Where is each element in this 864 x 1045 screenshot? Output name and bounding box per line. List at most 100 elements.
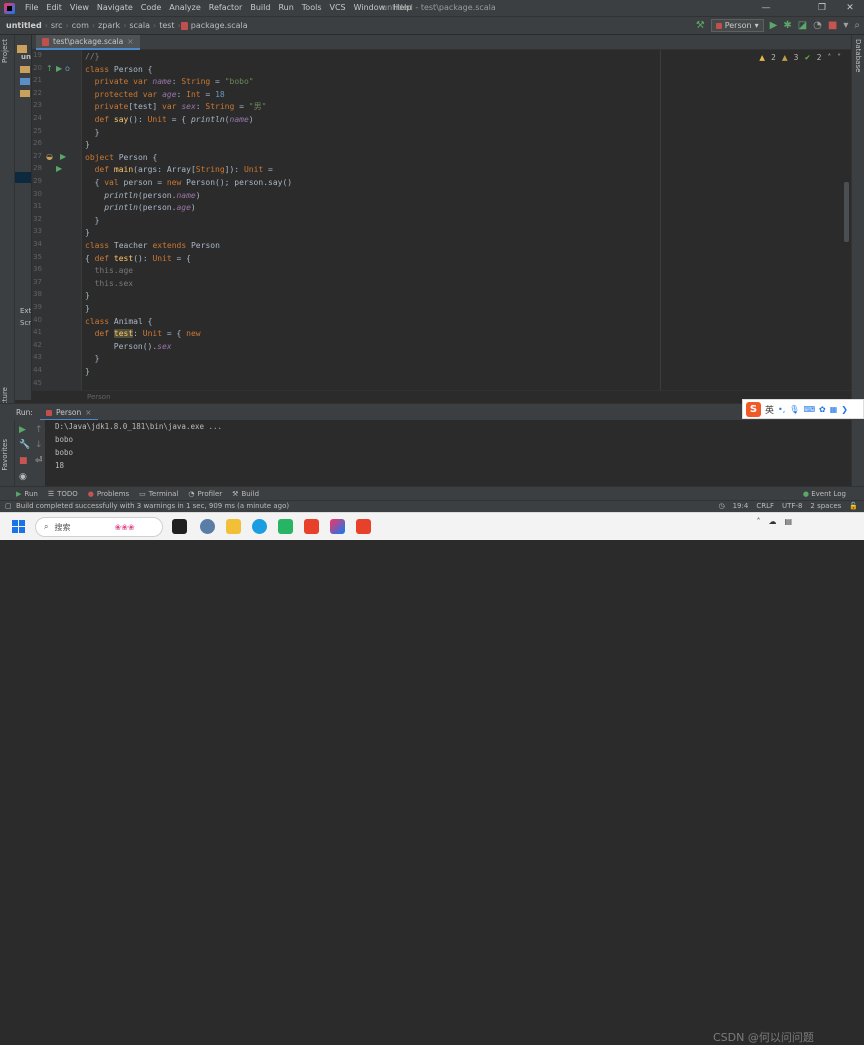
menu-edit[interactable]: Edit xyxy=(42,0,66,16)
tray-chevron-icon[interactable]: ˄ xyxy=(756,517,760,526)
settings-gear-icon[interactable] xyxy=(200,519,215,534)
file-encoding[interactable]: UTF-8 xyxy=(782,502,802,510)
menu-code[interactable]: Code xyxy=(137,0,165,16)
scroll-up-icon[interactable]: ↑ xyxy=(35,425,43,435)
more-icon[interactable]: ❯ xyxy=(841,405,848,414)
build-hammer-icon[interactable]: ⚒ xyxy=(696,19,705,33)
code-line[interactable]: } xyxy=(85,303,90,316)
database-tool-tab[interactable]: Database xyxy=(854,39,862,72)
code-line[interactable]: { def test(): Unit = { xyxy=(85,253,191,266)
stop-icon[interactable]: ■ xyxy=(19,456,28,466)
scratches[interactable]: Scr xyxy=(20,319,31,327)
crumb-project[interactable]: untitled xyxy=(0,21,45,30)
object-marker-icon[interactable]: ◒ xyxy=(46,152,53,161)
tool-tab-terminal[interactable]: ▭ Terminal xyxy=(139,490,178,498)
sogou-logo-icon[interactable]: S xyxy=(746,401,761,417)
wps-writer-icon[interactable] xyxy=(356,519,371,534)
taskbar-search[interactable]: ⌕ 搜索 ❀❀❀ xyxy=(35,517,163,537)
maximize-icon[interactable]: ❐ xyxy=(808,0,836,16)
selected-row[interactable] xyxy=(15,172,31,183)
code-line[interactable]: class Teacher extends Person xyxy=(85,240,220,253)
crumb-test[interactable]: test xyxy=(156,21,177,30)
tool-tab-problems[interactable]: ● Problems xyxy=(88,490,129,498)
menu-view[interactable]: View xyxy=(66,0,93,16)
wechat-icon[interactable] xyxy=(278,519,293,534)
code-line[interactable]: println(person.name) xyxy=(104,190,200,203)
code-line[interactable]: object Person { xyxy=(85,152,157,165)
code-line[interactable]: this.age xyxy=(95,265,134,278)
editor-scrollbar-thumb[interactable] xyxy=(844,182,849,242)
file-explorer-icon[interactable] xyxy=(226,519,241,534)
override-marker-icon[interactable]: ↑ xyxy=(46,64,53,73)
menu-run[interactable]: Run xyxy=(274,0,297,16)
tool-tab-run[interactable]: ▶ Run xyxy=(16,490,38,498)
task-view-icon[interactable] xyxy=(172,519,187,534)
menu-refactor[interactable]: Refactor xyxy=(205,0,247,16)
chevron-down-icon[interactable]: ˅ xyxy=(837,53,841,62)
keyboard-icon[interactable]: ⌨ xyxy=(803,405,815,414)
run-gutter-icon[interactable]: ▶ xyxy=(60,152,66,161)
crumb-scala[interactable]: scala xyxy=(126,21,153,30)
favorites-tool-tab[interactable]: Favorites xyxy=(1,439,9,471)
ime-punct-icon[interactable]: •, xyxy=(778,405,785,414)
coverage-icon[interactable]: ◪ xyxy=(798,19,807,33)
project-root[interactable]: un xyxy=(21,53,31,61)
inspection-widget[interactable]: ▲ 2 ▲ 3 ✔ 2 ˄ ˅ xyxy=(759,53,841,62)
code-line[interactable]: class Animal { xyxy=(85,316,152,329)
line-separator[interactable]: CRLF xyxy=(756,502,774,510)
code-line[interactable]: { val person = new Person(); person.say(… xyxy=(95,177,293,190)
skin-icon[interactable]: ✿ xyxy=(819,405,826,414)
status-message[interactable]: Build completed successfully with 3 warn… xyxy=(16,502,289,510)
network-icon[interactable]: ▤ xyxy=(784,517,792,526)
chevron-up-icon[interactable]: ˄ xyxy=(828,53,832,62)
code-line[interactable]: Person().sex xyxy=(114,341,172,354)
ime-toolbar[interactable]: S 英 •, 🎙 ⌨ ✿ ▦ ❯ xyxy=(742,399,864,419)
crumb-file[interactable]: package.scala xyxy=(188,21,251,30)
code-line[interactable]: def main(args: Array[String]): Unit = xyxy=(95,164,273,177)
code-line[interactable]: def test: Unit = { new xyxy=(95,328,201,341)
code-line[interactable]: //} xyxy=(85,51,99,64)
intellij-logo-icon[interactable] xyxy=(4,2,15,14)
minimize-icon[interactable]: — xyxy=(752,0,780,16)
scroll-down-icon[interactable]: ↓ xyxy=(35,440,43,450)
edge-browser-icon[interactable] xyxy=(252,519,267,534)
crumb-zpark[interactable]: zpark xyxy=(95,21,123,30)
close-icon[interactable]: ✕ xyxy=(836,0,864,16)
run-icon[interactable]: ▶ xyxy=(770,19,778,33)
status-toggle-icon[interactable]: ▢ xyxy=(5,502,12,510)
event-log-button[interactable]: ● Event Log xyxy=(803,490,846,498)
camera-icon[interactable]: ◉ xyxy=(19,472,27,482)
close-tab-icon[interactable]: × xyxy=(127,37,133,46)
debug-icon[interactable]: ✱ xyxy=(783,19,791,33)
code-line[interactable]: class Person { xyxy=(85,64,152,77)
toolbox-icon[interactable]: ▦ xyxy=(830,405,838,414)
tool-tab-profiler[interactable]: ◔ Profiler xyxy=(188,490,222,498)
menu-analyze[interactable]: Analyze xyxy=(165,0,205,16)
project-tool-tab[interactable]: Project xyxy=(1,39,9,63)
menu-tools[interactable]: Tools xyxy=(298,0,326,16)
tool-tab-todo[interactable]: ☰ TODO xyxy=(48,490,78,498)
folder-icon[interactable] xyxy=(20,78,30,85)
code-line[interactable]: } xyxy=(85,366,90,379)
code-line[interactable]: private[test] var sex: String = "男" xyxy=(95,101,267,114)
wrench-icon[interactable]: 🔧 xyxy=(19,440,30,450)
code-line[interactable]: def say(): Unit = { println(name) xyxy=(95,114,254,127)
code-line[interactable]: } xyxy=(85,227,90,240)
code-breadcrumb[interactable]: Person xyxy=(87,393,111,401)
implemented-marker-icon[interactable]: o xyxy=(65,64,70,73)
soft-wrap-icon[interactable]: ⏎ xyxy=(35,456,43,466)
caret-position[interactable]: 19:4 xyxy=(733,502,749,510)
stop-icon[interactable]: ■ xyxy=(828,19,837,33)
code-line[interactable]: private var name: String = "bobo" xyxy=(95,76,254,89)
run-gutter-icon[interactable]: ▶ xyxy=(56,164,62,173)
rerun-icon[interactable]: ▶ xyxy=(19,425,26,435)
wps-office-icon[interactable] xyxy=(304,519,319,534)
console-output[interactable]: D:\Java\jdk1.8.0_181\bin\java.exe ... bo… xyxy=(45,420,851,486)
run-panel-tab[interactable]: Person × xyxy=(40,406,98,421)
folder-icon[interactable] xyxy=(17,45,27,53)
tool-tab-build[interactable]: ⚒ Build xyxy=(232,490,259,498)
folder-icon[interactable] xyxy=(20,90,30,97)
code-line[interactable]: this.sex xyxy=(95,278,134,291)
code-line[interactable]: println(person.age) xyxy=(104,202,196,215)
code-line[interactable]: } xyxy=(85,139,90,152)
